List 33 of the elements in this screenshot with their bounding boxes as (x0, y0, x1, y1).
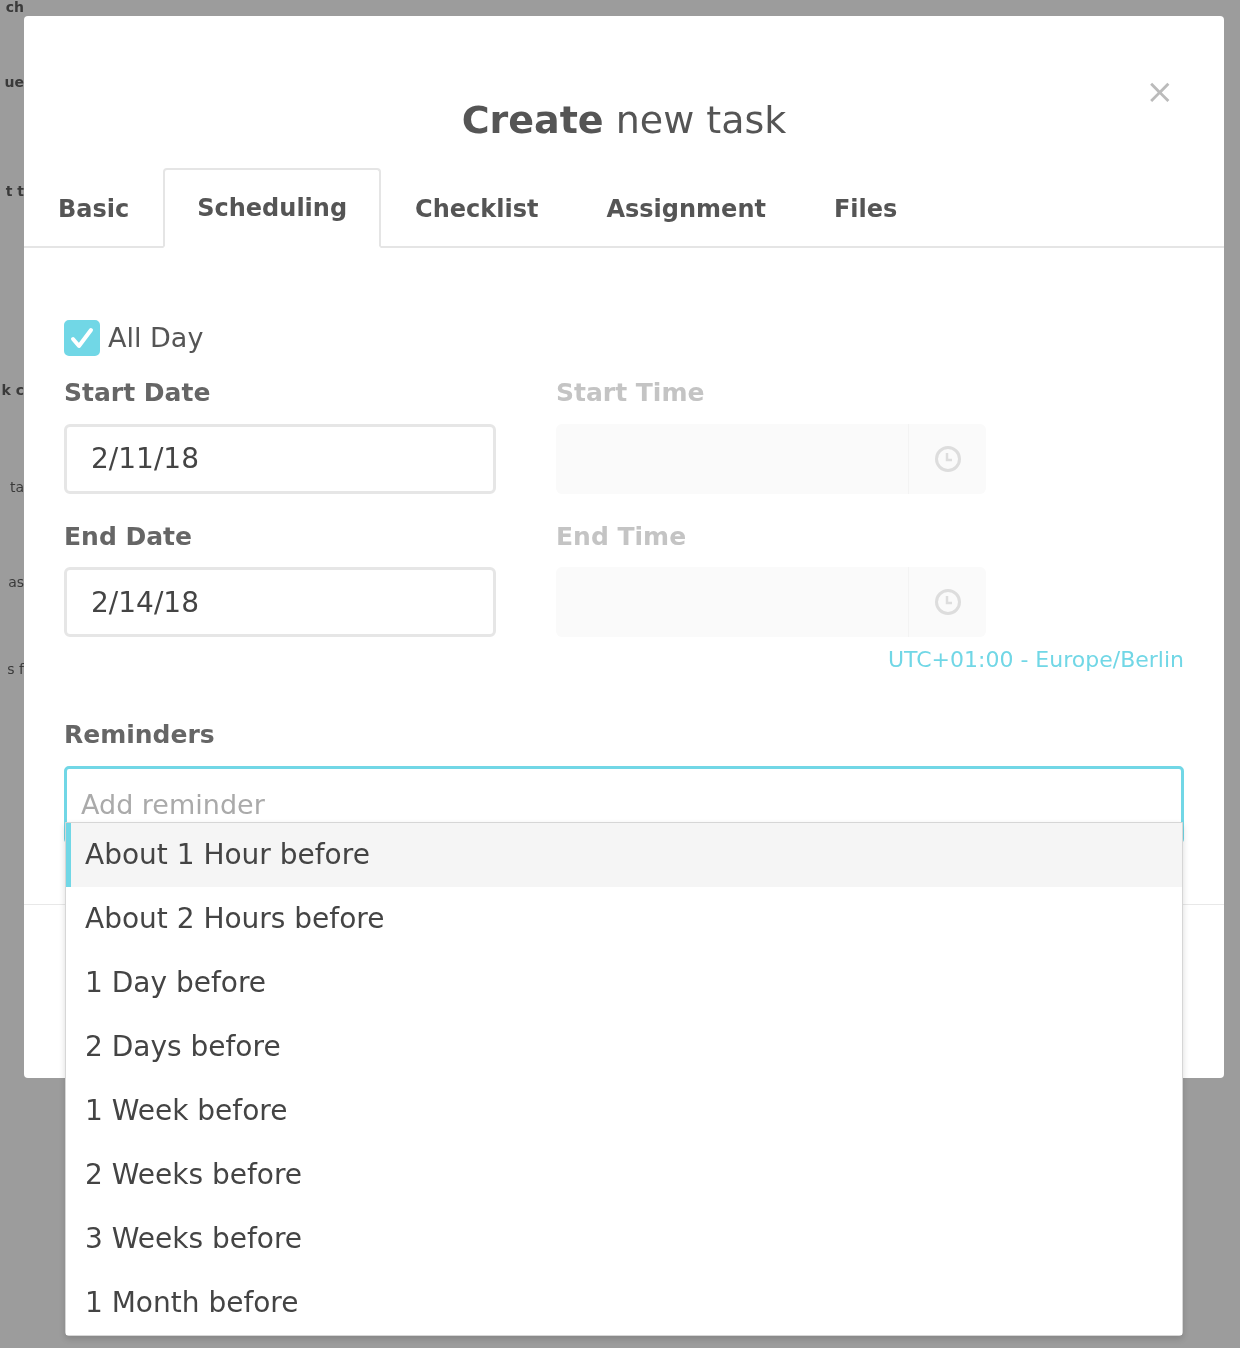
dropdown-option[interactable]: 1 Month before (66, 1271, 1182, 1335)
tab[interactable]: Assignment (572, 167, 800, 248)
dropdown-option[interactable]: 2 Days before (66, 1015, 1182, 1079)
dropdown-option[interactable]: 3 Weeks before (66, 1207, 1182, 1271)
field-label: Reminders (64, 719, 216, 752)
clock-icon (933, 588, 962, 617)
field-label: End Date (64, 520, 193, 553)
background-text: ta (9, 480, 24, 494)
tab[interactable]: Basic (24, 167, 164, 248)
tab[interactable]: Checklist (381, 167, 573, 248)
background-text: ch (5, 0, 24, 14)
field-label: Start Time (556, 377, 706, 410)
background-text: k c (1, 383, 24, 397)
background-text: ue (4, 75, 24, 89)
date-field[interactable]: 2/11/18 (64, 423, 496, 494)
tab[interactable]: Scheduling (163, 167, 382, 248)
checkbox[interactable] (64, 320, 100, 357)
dropdown-option[interactable]: 2 Weeks before (66, 1143, 1182, 1207)
checkbox-label: All Day (108, 320, 204, 355)
field-label: Start Date (64, 377, 212, 410)
date-field[interactable]: 2/14/18 (64, 567, 496, 638)
tab[interactable]: Files (799, 167, 932, 248)
dropdown-option[interactable]: About 1 Hour before (66, 823, 1182, 887)
check-icon (70, 327, 94, 350)
dropdown-option[interactable]: 1 Week before (66, 1079, 1182, 1143)
background-text: t t (5, 184, 24, 198)
dropdown-option[interactable]: 1 Day before (66, 951, 1182, 1015)
field-label: End Time (556, 520, 688, 553)
clock-icon (933, 444, 962, 473)
dialog-title: Create new task (461, 97, 787, 142)
background-text: as (8, 575, 24, 589)
dropdown-option[interactable]: About 2 Hours before (66, 887, 1182, 951)
background-text: s f (7, 662, 24, 676)
